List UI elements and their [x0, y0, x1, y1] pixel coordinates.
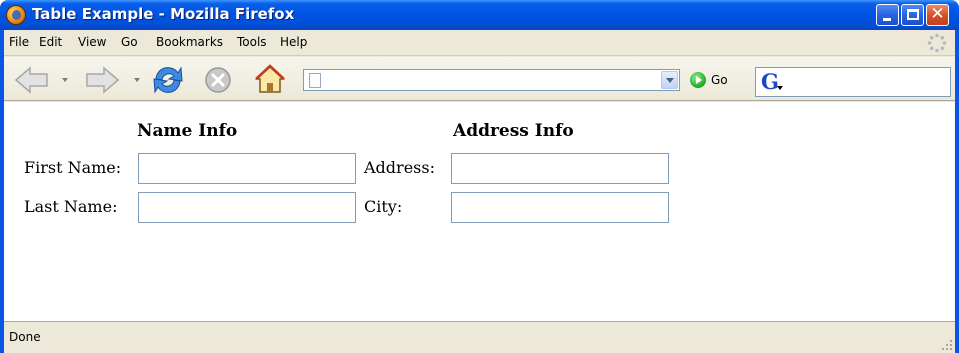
search-bar[interactable]: G: [755, 67, 951, 97]
search-engine-dropdown-icon[interactable]: [777, 86, 783, 90]
go-button-label[interactable]: Go: [711, 73, 728, 87]
menu-view[interactable]: View: [78, 35, 106, 49]
back-arrow-icon[interactable]: [14, 66, 50, 94]
minimize-button[interactable]: [876, 4, 899, 26]
last-name-label: Last Name:: [24, 197, 118, 216]
last-name-field[interactable]: [138, 192, 356, 223]
address-info-heading: Address Info: [453, 121, 574, 141]
window-title: Table Example - Mozilla Firefox: [32, 5, 295, 23]
maximize-icon: [907, 9, 919, 20]
city-field[interactable]: [451, 192, 669, 223]
title-bar[interactable]: Table Example - Mozilla Firefox ✕: [0, 0, 959, 30]
firefox-icon: [6, 5, 26, 25]
menu-bar: File Edit View Go Bookmarks Tools Help: [4, 30, 955, 56]
address-field[interactable]: [451, 153, 669, 184]
forward-dropdown-icon[interactable]: [134, 78, 140, 82]
menu-bookmarks[interactable]: Bookmarks: [156, 35, 223, 49]
forward-arrow-icon[interactable]: [84, 66, 120, 94]
city-label: City:: [364, 197, 403, 216]
name-info-heading: Name Info: [137, 121, 238, 141]
window-client: File Edit View Go Bookmarks Tools Help G…: [4, 30, 955, 353]
go-icon[interactable]: [690, 72, 706, 88]
throbber-icon: [927, 33, 947, 53]
menu-edit[interactable]: Edit: [39, 35, 62, 49]
menu-help[interactable]: Help: [280, 35, 307, 49]
page-content: Name Info Address Info First Name: Addre…: [4, 102, 955, 321]
stop-icon[interactable]: [204, 66, 232, 94]
url-dropdown-button[interactable]: [661, 71, 678, 89]
browser-window: Table Example - Mozilla Firefox ✕ File E…: [0, 0, 959, 353]
menu-file[interactable]: File: [9, 35, 29, 49]
first-name-label: First Name:: [24, 158, 122, 177]
back-dropdown-icon[interactable]: [62, 78, 68, 82]
home-icon[interactable]: [254, 64, 286, 94]
close-button[interactable]: ✕: [926, 4, 949, 26]
status-bar: Done: [4, 321, 955, 353]
close-icon: ✕: [930, 4, 945, 24]
navigation-toolbar: Go G: [4, 57, 955, 101]
page-icon: [309, 73, 321, 88]
url-bar[interactable]: [303, 69, 680, 91]
status-text: Done: [9, 330, 41, 344]
first-name-field[interactable]: [138, 153, 356, 184]
address-label: Address:: [364, 158, 435, 177]
menu-go[interactable]: Go: [121, 35, 138, 49]
reload-icon[interactable]: [151, 64, 185, 96]
maximize-button[interactable]: [901, 4, 924, 26]
resize-grip-icon[interactable]: [941, 339, 953, 351]
minimize-icon: [883, 18, 891, 21]
menu-tools[interactable]: Tools: [237, 35, 267, 49]
